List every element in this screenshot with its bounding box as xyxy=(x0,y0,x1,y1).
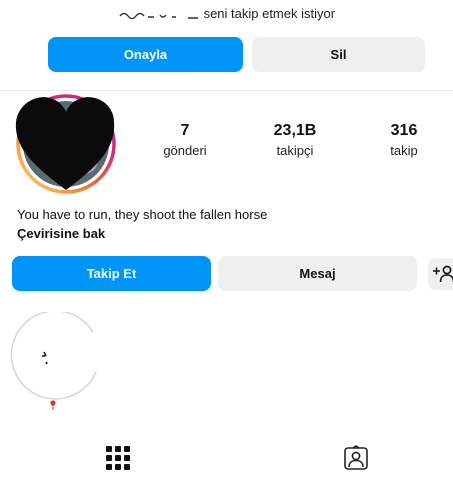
story-highlight[interactable] xyxy=(8,310,102,412)
tagged-person-icon xyxy=(344,445,368,470)
posts-label: gönderi xyxy=(163,143,207,158)
follow-request-message: seni takip etmek istiyor xyxy=(203,6,336,21)
followers-stat[interactable]: 23,1B takipçi xyxy=(250,122,340,158)
follow-request-text: seni takip etmek istiyor xyxy=(0,6,453,21)
posts-stat[interactable]: 7 gönderi xyxy=(140,122,230,158)
approve-button[interactable]: Onayla xyxy=(48,37,243,72)
profile-bio: You have to run, they shoot the fallen h… xyxy=(17,207,268,222)
avatar[interactable] xyxy=(14,92,118,196)
following-count: 316 xyxy=(390,122,418,139)
following-label: takip xyxy=(390,143,418,158)
message-button[interactable]: Mesaj xyxy=(218,256,417,291)
tab-posts-grid[interactable] xyxy=(106,446,130,475)
followers-label: takipçi xyxy=(276,143,314,158)
add-person-icon xyxy=(433,265,453,283)
suggested-users-button[interactable] xyxy=(428,258,453,290)
follow-button[interactable]: Takip Et xyxy=(12,256,211,291)
grid-icon xyxy=(106,446,130,470)
redacted-username xyxy=(119,12,198,19)
following-stat[interactable]: 316 takip xyxy=(359,122,449,158)
tab-tagged[interactable] xyxy=(343,445,369,476)
divider xyxy=(0,90,453,91)
followers-count: 23,1B xyxy=(273,122,317,139)
location-pin-icon xyxy=(50,400,56,406)
delete-request-button[interactable]: Sil xyxy=(252,37,425,72)
posts-count: 7 xyxy=(180,122,190,139)
see-translation-link[interactable]: Çevirisine bak xyxy=(17,226,105,241)
